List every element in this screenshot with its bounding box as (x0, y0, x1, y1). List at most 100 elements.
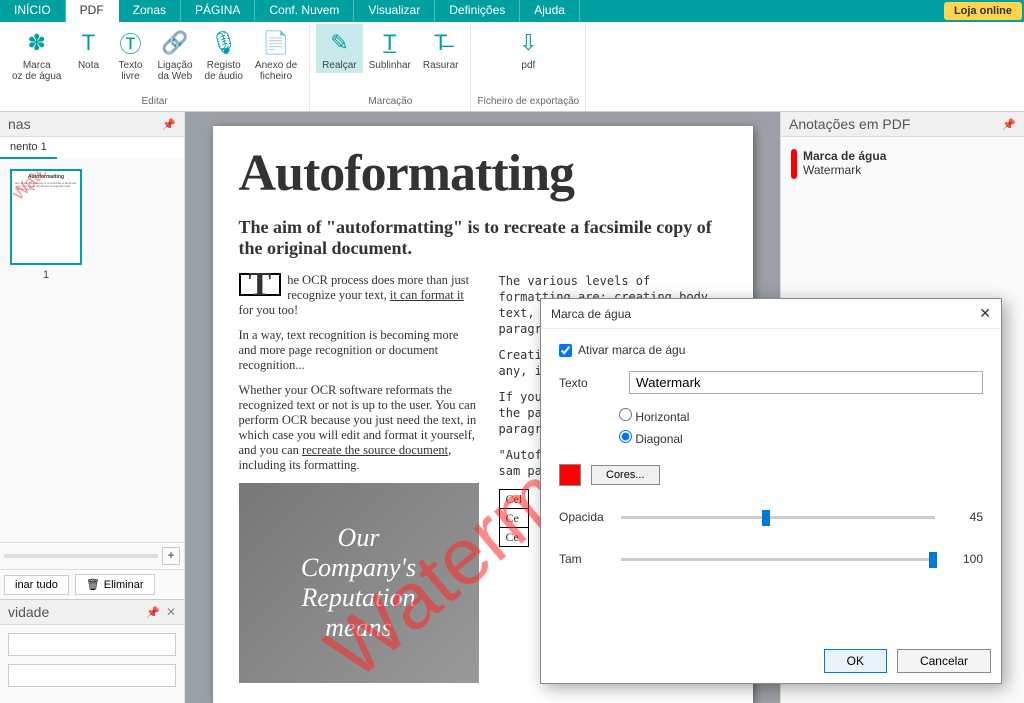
annotation-color-badge (791, 149, 797, 179)
table-cell: Ce (499, 528, 529, 547)
label: Nota (78, 60, 99, 71)
checkbox-label: Ativar marca de águ (578, 343, 685, 357)
label: de áudio (205, 71, 243, 82)
pdf-icon: ⇩ (519, 28, 537, 58)
document-tab[interactable]: nento 1 (0, 137, 57, 159)
delete-all-button[interactable]: inar tudo (4, 575, 69, 595)
export-pdf-button[interactable]: ⇩ pdf (507, 24, 549, 73)
checkbox-input[interactable] (559, 344, 572, 357)
activity-panel-title: vidade (8, 604, 49, 620)
close-icon[interactable]: ✕ (979, 305, 991, 322)
pin-icon[interactable]: 📌 (146, 606, 160, 619)
image-text: Reputation (301, 583, 415, 613)
body-text: for you too! (239, 303, 299, 317)
menu-tab-visualizar[interactable]: Visualizar (354, 0, 435, 22)
label: Rasurar (423, 60, 459, 71)
highlighter-icon: ✎ (330, 28, 348, 58)
activate-watermark-checkbox[interactable]: Ativar marca de águ (559, 343, 685, 357)
menu-tab-pagina[interactable]: PÁGINA (181, 0, 255, 22)
delete-button[interactable]: 🗑Eliminar (75, 574, 155, 595)
note-button[interactable]: T Nota (68, 24, 110, 84)
dialog-titlebar[interactable]: Marca de água ✕ (541, 299, 1001, 329)
opacity-value: 45 (947, 510, 983, 524)
mic-icon: 🎙 (210, 28, 238, 58)
label: oz de água (12, 71, 62, 82)
note-icon: T (82, 28, 95, 58)
body-text: In a way, text recognition is becoming m… (239, 328, 479, 373)
radio-label: Diagonal (635, 432, 682, 446)
thumbnail-number: 1 (10, 269, 82, 281)
body-text: recreate the source document (302, 443, 448, 457)
cancel-button[interactable]: Cancelar (897, 649, 991, 673)
audio-record-button[interactable]: 🎙 Registode áudio (199, 24, 249, 84)
ribbon-group-editar: ✽ Marcaoz de água T Nota Ⓣ Textolivre 🔗 … (0, 22, 310, 111)
strikethrough-button[interactable]: T̶ Rasurar (417, 24, 465, 73)
colors-button[interactable]: Cores... (591, 465, 660, 485)
menu-tab-ajuda[interactable]: Ajuda (520, 0, 580, 22)
highlight-button[interactable]: ✎ Realçar (316, 24, 362, 73)
body-text: it can format it (390, 288, 464, 302)
color-swatch (559, 464, 581, 486)
label: Ligação (158, 60, 193, 71)
menu-tab-pdf[interactable]: PDF (66, 0, 119, 22)
watermark-button[interactable]: ✽ Marcaoz de água (6, 24, 68, 84)
link-icon: 🔗 (161, 28, 188, 58)
shop-online-button[interactable]: Loja online (944, 2, 1022, 20)
size-label: Tam (559, 552, 609, 566)
close-icon[interactable]: ✕ (166, 605, 176, 619)
watermark-dialog: Marca de água ✕ Ativar marca de águ Text… (540, 298, 1002, 684)
label: Texto (119, 60, 143, 71)
doc-subtitle: The aim of "autoformatting" is to recrea… (239, 217, 727, 259)
activity-input-1[interactable] (8, 633, 176, 656)
ok-button[interactable]: OK (824, 649, 887, 673)
dropcap: T (239, 273, 282, 296)
sparkle-icon: ✽ (28, 28, 46, 58)
size-value: 100 (947, 552, 983, 566)
group-label: Marcação (368, 96, 412, 109)
column-left: The OCR process does more than just reco… (239, 273, 479, 683)
free-text-button[interactable]: Ⓣ Textolivre (110, 24, 152, 84)
annotations-title: Anotações em PDF (789, 116, 910, 132)
image-text: Company's (301, 553, 416, 583)
image-text: means (325, 613, 391, 643)
image-text: Our (338, 523, 380, 553)
watermark-text-input[interactable] (629, 371, 983, 394)
activity-panel: vidade 📌 ✕ (0, 599, 184, 703)
underline-icon: T̲ (383, 28, 396, 58)
ribbon-group-marcacao: ✎ Realçar T̲ Sublinhar T̶ Rasurar Marcaç… (310, 22, 471, 111)
table-cell: Ce (499, 509, 529, 528)
thumb-zoom-plus[interactable]: + (162, 547, 180, 565)
opacity-label: Opacida (559, 510, 609, 524)
diagonal-radio[interactable]: Diagonal (619, 430, 689, 446)
attachment-icon: 📄 (262, 28, 289, 58)
menu-tab-definicoes[interactable]: Definições (435, 0, 520, 22)
label: Realçar (322, 60, 356, 71)
annotation-subtitle: Watermark (803, 163, 886, 177)
activity-input-2[interactable] (8, 664, 176, 687)
annotation-item[interactable]: Marca de água Watermark (789, 145, 1016, 183)
annotations-panel-header: Anotações em PDF 📌 (781, 112, 1024, 137)
label: Sublinhar (369, 60, 411, 71)
pages-panel-header: nas 📌 (0, 112, 184, 137)
opacity-slider[interactable] (621, 516, 935, 519)
label: ficheiro (260, 71, 292, 82)
ribbon: ✽ Marcaoz de água T Nota Ⓣ Textolivre 🔗 … (0, 22, 1024, 112)
thumb-zoom-controls: + (0, 542, 184, 569)
menu-tab-inicio[interactable]: INÍCIO (0, 0, 66, 22)
size-slider[interactable] (621, 558, 935, 561)
file-attachment-button[interactable]: 📄 Anexo deficheiro (249, 24, 303, 84)
thumb-zoom-slider[interactable] (4, 554, 158, 558)
menu-tab-zonas[interactable]: Zonas (119, 0, 181, 22)
underline-button[interactable]: T̲ Sublinhar (363, 24, 417, 73)
trash-icon: 🗑 (86, 578, 100, 591)
menu-tab-confnuvem[interactable]: Conf. Nuvem (255, 0, 354, 22)
web-link-button[interactable]: 🔗 Ligaçãoda Web (152, 24, 199, 84)
strikethrough-icon: T̶ (434, 28, 447, 58)
pin-icon[interactable]: 📌 (162, 118, 176, 131)
pin-icon[interactable]: 📌 (1002, 118, 1016, 131)
radio-label: Horizontal (635, 410, 689, 424)
horizontal-radio[interactable]: Horizontal (619, 408, 689, 424)
page-thumbnail[interactable]: Autoformatting aim of autoformatting is … (10, 169, 82, 265)
text-box-icon: Ⓣ (119, 28, 141, 58)
text-field-label: Texto (559, 376, 619, 390)
